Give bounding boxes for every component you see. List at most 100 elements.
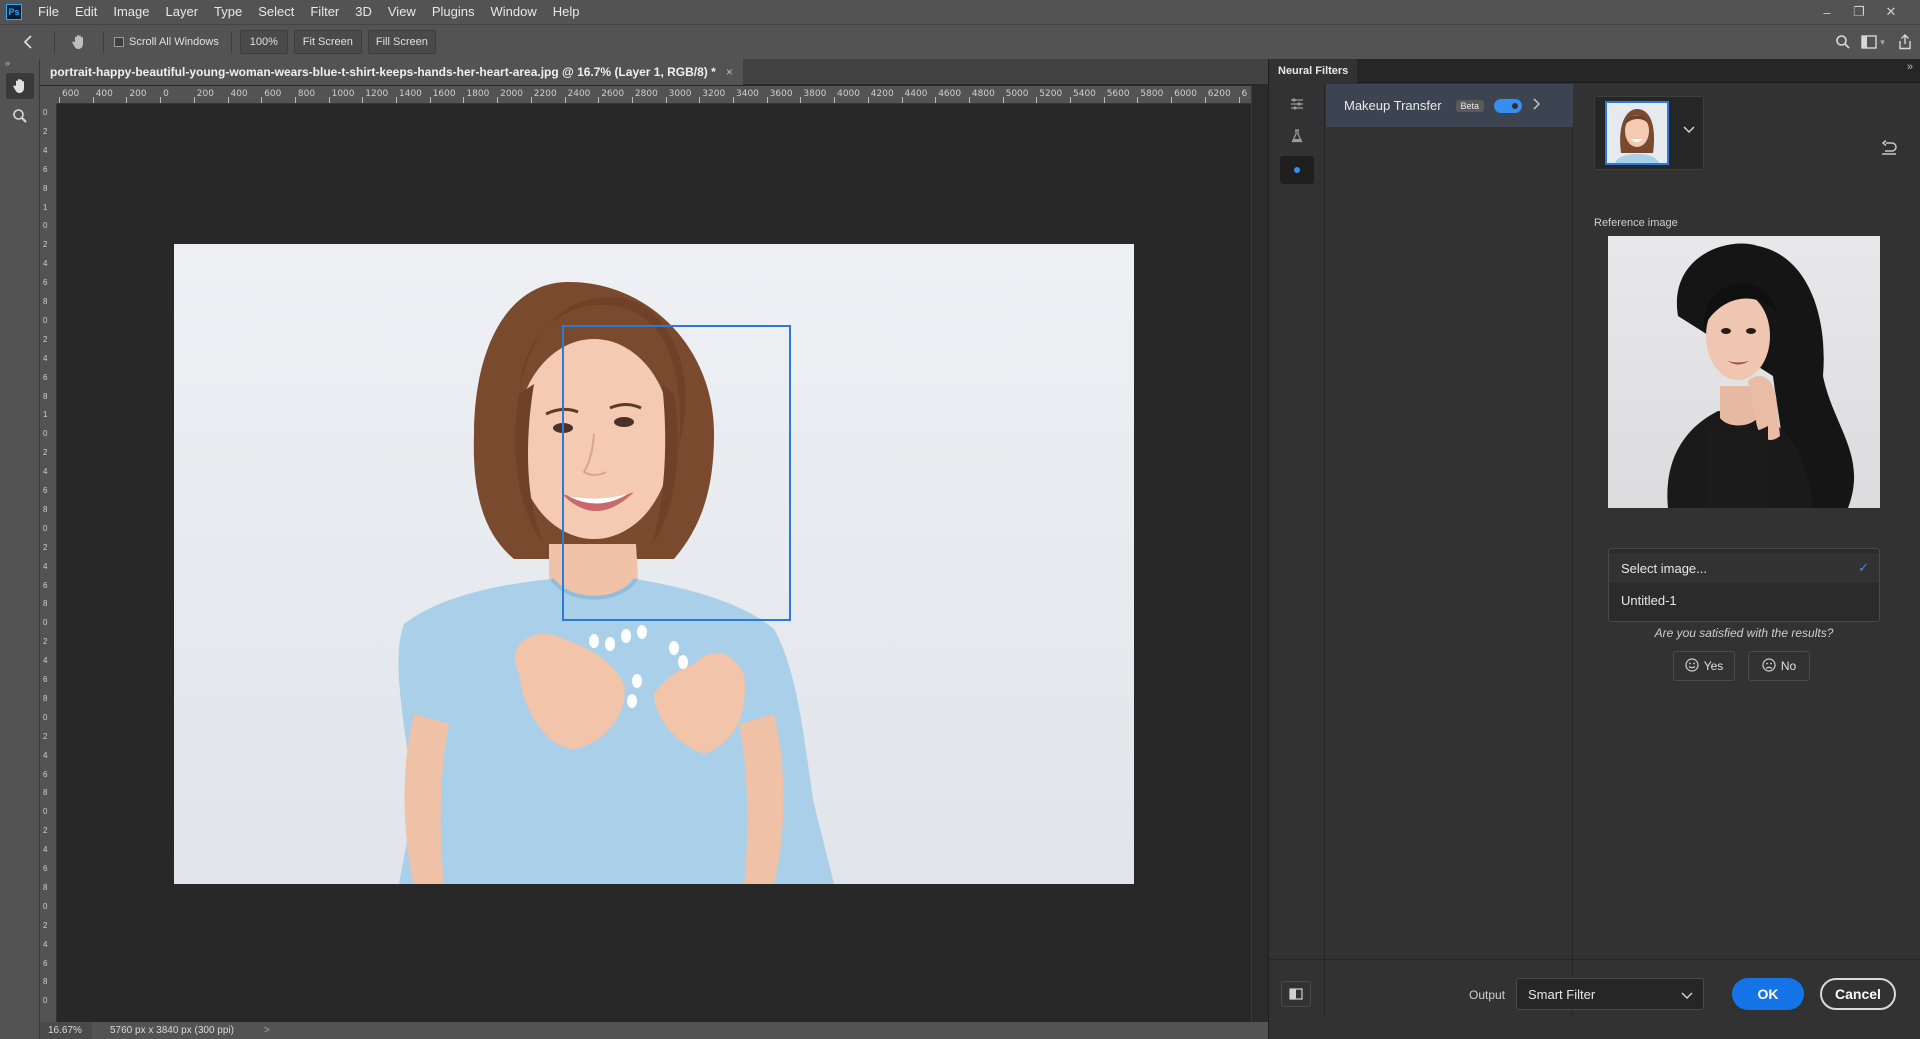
- scroll-all-windows[interactable]: Scroll All Windows: [114, 36, 219, 48]
- ruler-tick-label: 6: [1241, 89, 1248, 99]
- document-image[interactable]: [174, 244, 1134, 884]
- ruler-tick-label: 8: [43, 788, 48, 798]
- ruler-tick-label: 4: [43, 939, 48, 949]
- ruler-tick: [160, 97, 162, 103]
- panel-collapse-icon[interactable]: [8, 34, 48, 50]
- menu-items: File Edit Image Layer Type Select Filter 3D View…: [30, 0, 587, 24]
- ruler-tick-label: 2: [43, 334, 48, 344]
- ruler-tick-label: 8: [43, 391, 48, 401]
- target-face-thumbnail: [1605, 101, 1669, 165]
- filter-category-column: [1269, 84, 1325, 1017]
- dropdown-option-select-image[interactable]: Select image... ✓: [1609, 553, 1879, 583]
- menu-item-window[interactable]: Window: [482, 0, 544, 24]
- panel-header: Neural Filters »: [1269, 59, 1920, 83]
- ruler-tick-label: 2: [43, 542, 48, 552]
- close-tab-icon[interactable]: ×: [726, 65, 733, 79]
- menu-item-type[interactable]: Type: [206, 0, 250, 24]
- feedback-question: Are you satisfied with the results?: [1654, 626, 1834, 640]
- filters-sliders-icon[interactable]: [1285, 92, 1309, 116]
- frown-icon: [1762, 657, 1776, 675]
- hand-tool-icon[interactable]: [6, 73, 34, 99]
- cancel-button[interactable]: Cancel: [1820, 978, 1896, 1010]
- share-icon[interactable]: [1890, 34, 1920, 50]
- face-detection-box: [562, 325, 791, 621]
- menu-item-select[interactable]: Select: [250, 0, 302, 24]
- dropdown-option-untitled-1[interactable]: Untitled-1: [1609, 585, 1879, 615]
- vertical-scrollbar[interactable]: [1251, 86, 1268, 1022]
- ruler-tick-label: 4: [43, 750, 48, 760]
- zoom-tool-icon[interactable]: [6, 103, 34, 129]
- menu-item-image[interactable]: Image: [105, 0, 157, 24]
- zoom-100-button[interactable]: 100%: [239, 30, 288, 54]
- option-label: Select image...: [1621, 560, 1707, 576]
- ruler-tick-label: 4: [43, 656, 48, 666]
- ruler-tick-label: 5000: [1005, 89, 1029, 99]
- ruler-tick: [463, 97, 465, 103]
- ruler-tick-label: 4: [43, 561, 48, 571]
- ruler-tick: [328, 97, 330, 103]
- close-window-icon[interactable]: ✕: [1876, 0, 1906, 24]
- neural-filters-tab[interactable]: Neural Filters: [1269, 59, 1358, 83]
- search-icon[interactable]: [1830, 34, 1856, 50]
- toolbar-expand-icon[interactable]: »: [0, 59, 39, 69]
- minimize-icon[interactable]: –: [1812, 0, 1842, 24]
- option-label: Untitled-1: [1621, 592, 1677, 608]
- menu-item-help[interactable]: Help: [545, 0, 588, 24]
- yes-button[interactable]: Yes: [1673, 651, 1735, 681]
- filter-name: Makeup Transfer: [1344, 98, 1442, 113]
- menu-item-edit[interactable]: Edit: [67, 0, 105, 24]
- ruler-tick-label: 2: [43, 126, 48, 136]
- ruler-tick-label: 6: [43, 958, 48, 968]
- reference-image-dropdown[interactable]: Select image... ✓ Untitled-1: [1608, 548, 1880, 622]
- panel-collapse-icon[interactable]: »: [1907, 61, 1913, 73]
- menu-item-file[interactable]: File: [30, 0, 67, 24]
- active-filters-dot-icon[interactable]: [1280, 156, 1314, 184]
- ruler-tick-label: 1: [43, 202, 48, 212]
- chevron-down-icon[interactable]: [1683, 123, 1695, 137]
- no-button[interactable]: No: [1748, 651, 1810, 681]
- ruler-tick-label: 8: [43, 693, 48, 703]
- makeup-transfer-row[interactable]: Makeup Transfer Beta: [1326, 84, 1573, 127]
- vertical-ruler: 0246810246802468102468024680246802468024…: [40, 104, 57, 1022]
- output-value: Smart Filter: [1528, 986, 1596, 1002]
- ruler-tick-label: 0: [43, 429, 48, 439]
- ruler-tick: [59, 97, 60, 103]
- menu-item-layer[interactable]: Layer: [158, 0, 207, 24]
- menu-item-3d[interactable]: 3D: [347, 0, 380, 24]
- reset-icon[interactable]: [1880, 139, 1898, 159]
- beta-flask-icon[interactable]: [1285, 124, 1309, 148]
- output-select[interactable]: Smart Filter: [1516, 978, 1704, 1010]
- ruler-tick-label: 2200: [533, 89, 557, 99]
- document-tab-bar: portrait-happy-beautiful-young-woman-wea…: [40, 59, 1268, 85]
- hand-tool-preset-icon[interactable]: [61, 33, 97, 51]
- restore-icon[interactable]: ❐: [1844, 0, 1874, 24]
- options-bar: Scroll All Windows 100% Fit Screen Fill …: [0, 24, 1920, 59]
- ruler-tick-label: 6: [43, 864, 48, 873]
- ok-button[interactable]: OK: [1732, 978, 1804, 1010]
- ruler-tick-label: 6000: [1174, 89, 1197, 99]
- chevron-right-icon[interactable]: [1532, 98, 1541, 113]
- ruler-tick-label: 200: [196, 89, 214, 99]
- ruler-tick-label: 8: [43, 599, 48, 609]
- ruler-tick: [766, 97, 768, 103]
- ruler-tick-label: 1200: [365, 89, 389, 99]
- zoom-level[interactable]: 16.67%: [40, 1022, 92, 1039]
- ruler-tick-label: 6: [43, 278, 48, 288]
- preview-toggle-icon[interactable]: [1281, 981, 1311, 1007]
- fill-screen-button[interactable]: Fill Screen: [367, 30, 436, 54]
- document-tab[interactable]: portrait-happy-beautiful-young-woman-wea…: [40, 59, 743, 85]
- workspace-icon[interactable]: ▾: [1856, 35, 1890, 49]
- ruler-tick: [1171, 97, 1173, 103]
- menu-item-filter[interactable]: Filter: [302, 0, 347, 24]
- target-face-selector[interactable]: [1594, 96, 1704, 170]
- menu-item-view[interactable]: View: [380, 0, 424, 24]
- status-menu-arrow[interactable]: >: [264, 1025, 270, 1036]
- ruler-tick: [1204, 97, 1206, 103]
- menu-item-plugins[interactable]: Plugins: [424, 0, 483, 24]
- ruler-tick-label: 6: [43, 769, 48, 779]
- ruler-tick-label: 1: [43, 410, 48, 420]
- ruler-tick: [261, 97, 263, 103]
- fit-screen-button[interactable]: Fit Screen: [293, 30, 362, 54]
- filter-toggle[interactable]: [1494, 98, 1523, 113]
- scroll-all-checkbox[interactable]: [114, 37, 124, 47]
